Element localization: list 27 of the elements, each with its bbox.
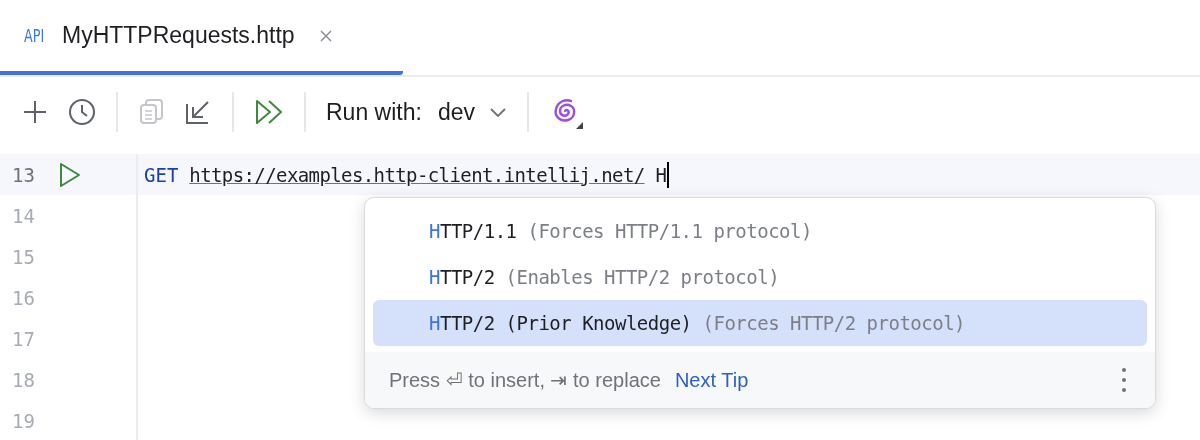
line-number: 18 <box>12 368 36 391</box>
clock-icon[interactable] <box>68 98 96 126</box>
request-url[interactable]: https://examples.http-client.intellij.net/ <box>189 163 645 186</box>
line-number: 17 <box>12 327 36 350</box>
run-all-icon[interactable] <box>254 98 284 126</box>
shortcut-hint: Press ⏎ to insert, ⇥ to replace <box>389 368 661 392</box>
run-with-label: Run with: <box>326 98 422 126</box>
chevron-down-icon[interactable] <box>488 106 507 118</box>
import-icon[interactable] <box>184 98 212 126</box>
text-caret <box>667 161 670 188</box>
line-number: 15 <box>12 245 36 268</box>
more-icon[interactable] <box>1121 367 1127 393</box>
next-tip-link[interactable]: Next Tip <box>674 368 749 392</box>
line-number: 16 <box>12 286 36 309</box>
file-tab[interactable]: API MyHTTPRequests.http <box>0 0 403 75</box>
http-method: GET <box>144 163 179 186</box>
completion-item[interactable]: HTTP/2 (Enables HTTP/2 protocol) <box>373 254 1147 300</box>
plus-icon[interactable] <box>22 99 48 125</box>
line-number: 13 <box>12 163 36 186</box>
run-icon[interactable] <box>58 161 82 188</box>
completion-item[interactable]: HTTP/2 (Prior Knowledge) (Forces HTTP/2 protocol) <box>373 300 1147 346</box>
line-number: 14 <box>12 204 36 227</box>
close-icon[interactable] <box>318 28 333 43</box>
environment-dropdown[interactable]: dev <box>437 98 507 126</box>
completion-item[interactable]: HTTP/1.1 (Forces HTTP/1.1 protocol) <box>373 208 1147 254</box>
line-number: 19 <box>12 409 36 432</box>
typed-text: H <box>655 163 668 186</box>
